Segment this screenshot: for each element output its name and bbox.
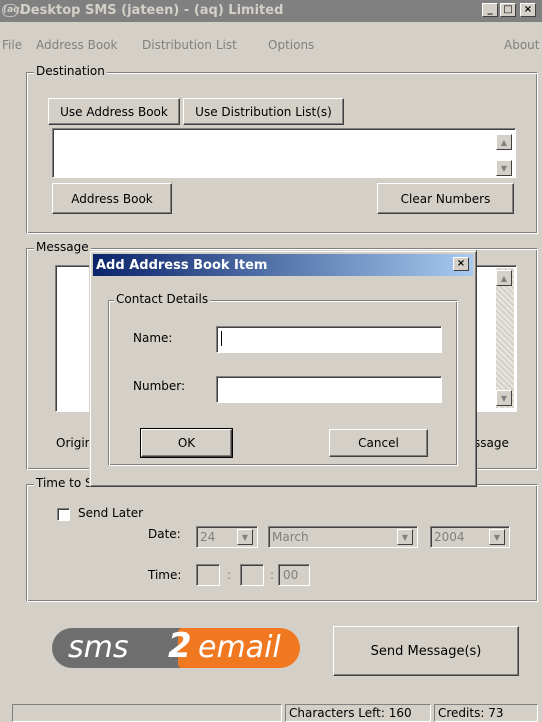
message-scrollbar-track[interactable] bbox=[496, 268, 514, 408]
sms2email-logo: sms 2 email bbox=[52, 626, 300, 670]
minute-field[interactable] bbox=[240, 564, 264, 586]
characters-left-status: Characters Left: 160 bbox=[285, 704, 431, 722]
tab-use-address-book[interactable]: Use Address Book bbox=[48, 98, 180, 125]
day-value: 24 bbox=[200, 530, 216, 544]
month-select[interactable]: March ▼ bbox=[268, 526, 418, 548]
menu-bar: File Address Book Distribution List Opti… bbox=[0, 38, 542, 58]
app-icon: (aq) bbox=[2, 4, 24, 17]
logo-email-text: email bbox=[198, 630, 281, 665]
close-button[interactable]: × bbox=[520, 3, 536, 17]
menu-distribution-list[interactable]: Distribution List bbox=[142, 38, 237, 52]
menu-about[interactable]: About bbox=[504, 38, 539, 52]
recipients-scroll-down[interactable]: ▼ bbox=[496, 160, 512, 176]
send-later-label: Send Later bbox=[78, 506, 144, 520]
number-input[interactable] bbox=[216, 376, 442, 403]
year-value: 2004 bbox=[434, 530, 465, 544]
maximize-button[interactable]: □ bbox=[500, 3, 516, 17]
message-scroll-down[interactable]: ▼ bbox=[496, 390, 512, 406]
dialog-title: Add Address Book Item bbox=[96, 258, 268, 273]
logo-sms-text: sms bbox=[68, 630, 129, 665]
recipients-scroll-up[interactable]: ▲ bbox=[496, 134, 512, 150]
time-separator-2: : bbox=[270, 568, 275, 582]
number-label: Number: bbox=[133, 379, 186, 393]
date-label: Date: bbox=[148, 527, 181, 541]
hour-field[interactable] bbox=[196, 564, 220, 586]
name-label: Name: bbox=[133, 331, 173, 345]
send-messages-button[interactable]: Send Message(s) bbox=[333, 626, 519, 676]
name-input[interactable] bbox=[216, 326, 442, 353]
menu-address-book[interactable]: Address Book bbox=[36, 38, 117, 52]
address-book-button[interactable]: Address Book bbox=[52, 183, 172, 214]
second-value: 00 bbox=[283, 568, 299, 582]
dialog-close-button[interactable]: × bbox=[453, 257, 469, 271]
destination-label: Destination bbox=[34, 64, 107, 78]
tab-use-distribution-list[interactable]: Use Distribution List(s) bbox=[183, 98, 344, 125]
second-field[interactable]: 00 bbox=[278, 564, 310, 586]
year-select[interactable]: 2004 ▼ bbox=[430, 526, 510, 548]
month-dropdown-icon[interactable]: ▼ bbox=[397, 529, 413, 545]
dialog-title-bar[interactable]: Add Address Book Item × bbox=[93, 254, 473, 276]
credits-status: Credits: 73 bbox=[434, 704, 538, 722]
window-title: Desktop SMS (jateen) - (aq) Limited bbox=[20, 3, 284, 18]
originator-label: Origir bbox=[56, 436, 90, 450]
day-select[interactable]: 24 ▼ bbox=[196, 526, 258, 548]
status-panel-empty bbox=[12, 704, 282, 722]
day-dropdown-icon[interactable]: ▼ bbox=[237, 529, 253, 545]
logo-2-text: 2 bbox=[168, 626, 192, 666]
message-scroll-up[interactable]: ▲ bbox=[496, 270, 512, 286]
menu-options[interactable]: Options bbox=[268, 38, 314, 52]
ok-button[interactable]: OK bbox=[140, 428, 233, 458]
status-bar: Characters Left: 160 Credits: 73 bbox=[0, 700, 542, 722]
contact-details-label: Contact Details bbox=[114, 292, 211, 306]
add-address-book-dialog: Add Address Book Item × Contact Details … bbox=[89, 250, 477, 487]
cancel-button[interactable]: Cancel bbox=[329, 429, 428, 457]
send-later-checkbox[interactable] bbox=[57, 508, 70, 521]
minimize-button[interactable]: _ bbox=[482, 3, 498, 17]
time-separator-1: : bbox=[227, 568, 232, 582]
month-value: March bbox=[272, 530, 309, 544]
window-title-bar[interactable]: (aq) Desktop SMS (jateen) - (aq) Limited… bbox=[0, 0, 542, 22]
menu-file[interactable]: File bbox=[2, 38, 22, 52]
clear-numbers-button[interactable]: Clear Numbers bbox=[377, 183, 514, 214]
message-status-label: ssage bbox=[474, 436, 509, 450]
year-dropdown-icon[interactable]: ▼ bbox=[489, 529, 505, 545]
message-label: Message bbox=[34, 240, 91, 254]
time-label: Time: bbox=[148, 568, 182, 582]
recipient-numbers-list[interactable] bbox=[52, 128, 516, 178]
text-cursor bbox=[221, 331, 222, 346]
